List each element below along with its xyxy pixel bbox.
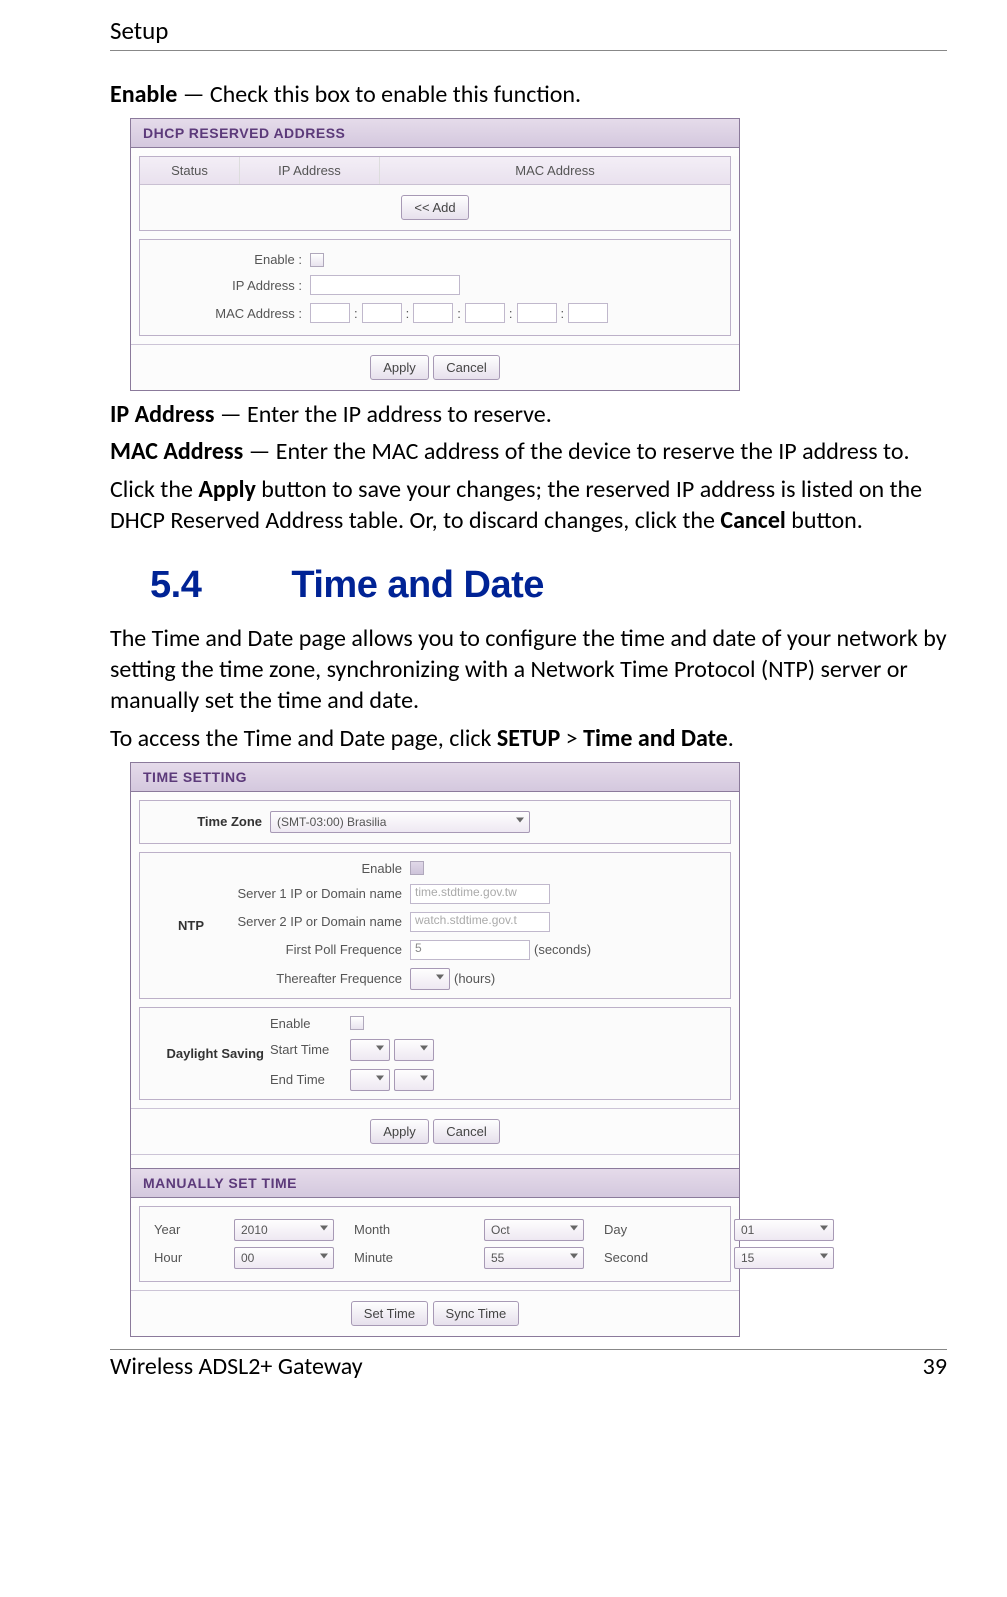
col-status: Status xyxy=(140,157,240,184)
srv2-label: Server 2 IP or Domain name xyxy=(210,914,410,929)
mac-rest: — Enter the MAC address of the device to… xyxy=(243,437,909,466)
mac-bold: MAC Address xyxy=(110,437,243,466)
ntp-enable-checkbox[interactable] xyxy=(410,861,424,875)
mac-input-4[interactable] xyxy=(465,303,505,323)
ntp-group-label: NTP xyxy=(178,918,204,933)
srv1-input[interactable]: time.stdtime.gov.tw xyxy=(410,884,550,904)
day-label: Day xyxy=(604,1222,714,1237)
cancel-button-dhcp[interactable]: Cancel xyxy=(433,355,499,380)
ntp-enable-label: Enable xyxy=(210,861,410,876)
ds-end-sel2[interactable] xyxy=(394,1069,434,1091)
mac-sep-1: : xyxy=(354,306,358,321)
footer-left: Wireless ADSL2+ Gateway xyxy=(110,1352,363,1381)
mac-sep-3: : xyxy=(457,306,461,321)
intro2-p3: . xyxy=(728,724,734,753)
day-select[interactable]: 01 xyxy=(734,1219,834,1241)
enable-rest: — Check this box to enable this function… xyxy=(177,80,581,109)
add-button[interactable]: << Add xyxy=(401,195,468,220)
dhcp-panel-title: DHCP RESERVED ADDRESS xyxy=(131,119,739,148)
minute-label: Minute xyxy=(354,1250,464,1265)
month-label: Month xyxy=(354,1222,464,1237)
apply-p1: Click the xyxy=(110,475,198,504)
col-mac: MAC Address xyxy=(380,157,730,184)
footer-right: 39 xyxy=(923,1352,947,1381)
seconds-label: (seconds) xyxy=(534,942,591,957)
ip-description: IP Address — Enter the IP address to res… xyxy=(110,399,947,430)
srv2-input[interactable]: watch.stdtime.gov.t xyxy=(410,912,550,932)
mac-input-3[interactable] xyxy=(413,303,453,323)
ip-rest: — Enter the IP address to reserve. xyxy=(214,400,551,429)
apply-b1: Apply xyxy=(198,475,256,504)
set-time-button[interactable]: Set Time xyxy=(351,1301,428,1326)
mac-description: MAC Address — Enter the MAC address of t… xyxy=(110,436,947,467)
tz-select[interactable]: (SMT-03:00) Brasilia xyxy=(270,811,530,833)
ds-end-sel1[interactable] xyxy=(350,1069,390,1091)
tz-label: Time Zone xyxy=(140,814,270,829)
intro2-b1: SETUP xyxy=(497,724,560,753)
mac-input-6[interactable] xyxy=(568,303,608,323)
firstpoll-label: First Poll Frequence xyxy=(210,942,410,957)
intro2-b2: Time and Date xyxy=(583,724,728,753)
time-panel-title: TIME SETTING xyxy=(131,763,739,792)
month-select[interactable]: Oct xyxy=(484,1219,584,1241)
enable-description: Enable — Check this box to enable this f… xyxy=(110,79,947,110)
thereafter-select[interactable] xyxy=(410,968,450,990)
mac-sep-5: : xyxy=(561,306,565,321)
col-ip: IP Address xyxy=(240,157,380,184)
mac-input-5[interactable] xyxy=(517,303,557,323)
thereafter-label: Thereafter Frequence xyxy=(210,971,410,986)
minute-select[interactable]: 55 xyxy=(484,1247,584,1269)
year-label: Year xyxy=(154,1222,214,1237)
apply-description: Click the Apply button to save your chan… xyxy=(110,474,947,536)
time-screenshot: TIME SETTING Time Zone (SMT-03:00) Brasi… xyxy=(130,762,740,1337)
second-select[interactable]: 15 xyxy=(734,1247,834,1269)
enable-label: Enable : xyxy=(140,252,310,267)
hour-label: Hour xyxy=(154,1250,214,1265)
second-label: Second xyxy=(604,1250,714,1265)
time-intro-1: The Time and Date page allows you to con… xyxy=(110,623,947,717)
mac-input-1[interactable] xyxy=(310,303,350,323)
mac-sep-2: : xyxy=(406,306,410,321)
hours-label: (hours) xyxy=(454,971,495,986)
ds-enable-checkbox[interactable] xyxy=(350,1016,364,1030)
ds-start-sel1[interactable] xyxy=(350,1039,390,1061)
page-header: Setup xyxy=(110,15,947,51)
intro2-p2: > xyxy=(560,724,583,753)
time-intro-2: To access the Time and Date page, click … xyxy=(110,723,947,754)
ds-enable-label: Enable xyxy=(270,1016,350,1031)
ds-end-label: End Time xyxy=(270,1072,350,1087)
ds-start-sel2[interactable] xyxy=(394,1039,434,1061)
srv1-label: Server 1 IP or Domain name xyxy=(210,886,410,901)
apply-button-dhcp[interactable]: Apply xyxy=(370,355,429,380)
mac-input-2[interactable] xyxy=(362,303,402,323)
page-footer: Wireless ADSL2+ Gateway 39 xyxy=(110,1349,947,1381)
hour-select[interactable]: 00 xyxy=(234,1247,334,1269)
intro2-p1: To access the Time and Date page, click xyxy=(110,724,497,753)
manual-panel-title: MANUALLY SET TIME xyxy=(131,1168,739,1198)
firstpoll-input[interactable]: 5 xyxy=(410,940,530,960)
apply-b2: Cancel xyxy=(720,506,785,535)
section-number: 5.4 xyxy=(150,564,201,606)
enable-bold: Enable xyxy=(110,80,177,109)
ds-start-label: Start Time xyxy=(270,1042,350,1057)
mac-sep-4: : xyxy=(509,306,513,321)
mac-label: MAC Address : xyxy=(140,306,310,321)
ds-group-label: Daylight Saving xyxy=(166,1046,264,1061)
apply-p3: button. xyxy=(786,506,863,535)
cancel-button-time[interactable]: Cancel xyxy=(433,1119,499,1144)
section-title: Time and Date xyxy=(291,564,544,606)
sync-time-button[interactable]: Sync Time xyxy=(433,1301,520,1326)
year-select[interactable]: 2010 xyxy=(234,1219,334,1241)
apply-button-time[interactable]: Apply xyxy=(370,1119,429,1144)
ip-bold: IP Address xyxy=(110,400,214,429)
dhcp-screenshot: DHCP RESERVED ADDRESS Status IP Address … xyxy=(130,118,740,391)
enable-checkbox[interactable] xyxy=(310,253,324,267)
section-heading: 5.4 Time and Date xyxy=(150,564,947,607)
ip-input[interactable] xyxy=(310,275,460,295)
ip-label: IP Address : xyxy=(140,278,310,293)
